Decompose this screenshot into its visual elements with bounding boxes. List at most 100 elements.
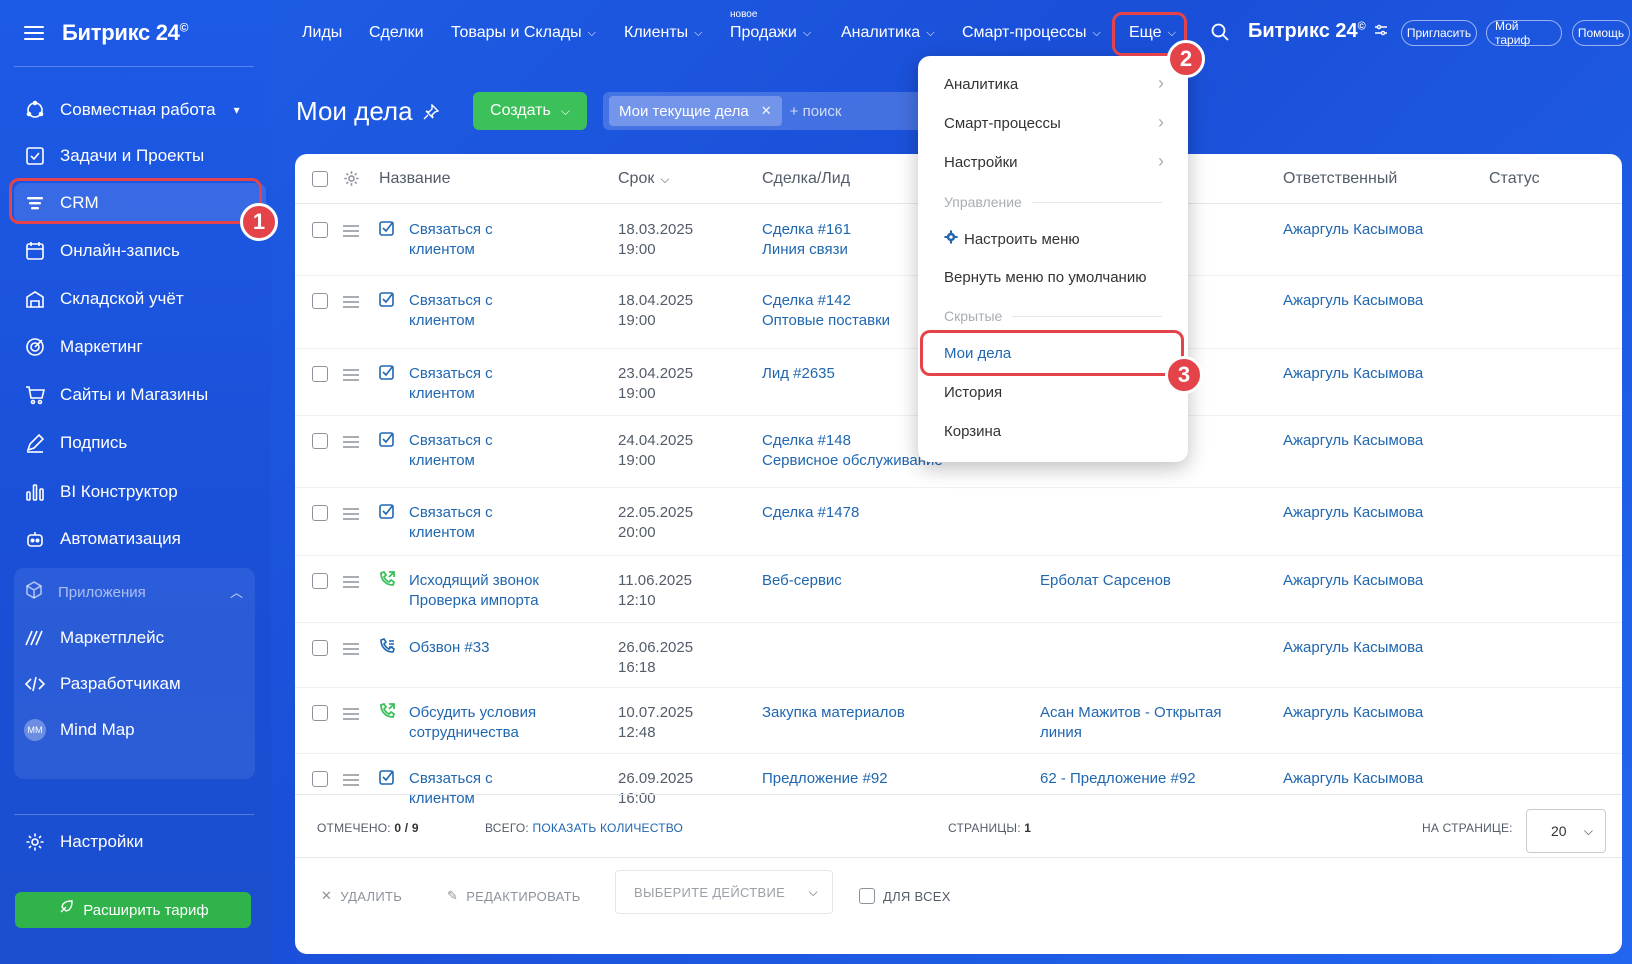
chevron-up-icon[interactable]: ︿ — [230, 582, 243, 601]
sidebar-item-marketing[interactable]: Маркетинг — [14, 327, 266, 367]
sidebar-item-mindmap[interactable]: MM Mind Map — [14, 710, 255, 750]
activity-owner[interactable]: Ажаргуль Касымова — [1283, 220, 1423, 240]
activity-contact[interactable]: Ерболат Сарсенов — [1040, 571, 1171, 591]
activity-owner[interactable]: Ажаргуль Касымова — [1283, 703, 1423, 723]
sidebar-item-booking[interactable]: Онлайн-запись — [14, 231, 266, 271]
column-header-name[interactable]: Название — [379, 170, 451, 188]
close-icon[interactable]: ✕ — [761, 103, 772, 119]
activity-name[interactable]: Обсудить условия сотрудничества — [409, 703, 536, 743]
activity-deal[interactable]: Лид #2635 — [762, 364, 835, 384]
table-row[interactable]: Исходящий звонок Проверка импорта 11.06.2… — [295, 556, 1622, 623]
activity-owner[interactable]: Ажаргуль Касымова — [1283, 503, 1423, 523]
drag-handle-icon[interactable] — [343, 774, 359, 786]
drag-handle-icon[interactable] — [343, 708, 359, 720]
help-button[interactable]: Помощь — [1572, 20, 1630, 46]
row-checkbox[interactable] — [312, 222, 328, 238]
activity-name[interactable]: Исходящий звонок Проверка импорта — [409, 571, 539, 611]
activity-deal[interactable]: Предложение #92 — [762, 769, 888, 789]
menu-item-analytics[interactable]: Аналитика — [944, 76, 1162, 93]
activity-owner[interactable]: Ажаргуль Касымова — [1283, 571, 1423, 591]
edit-button[interactable]: ✎ РЕДАКТИРОВАТЬ — [447, 888, 581, 904]
for-all-checkbox[interactable]: ДЛЯ ВСЕХ — [859, 888, 951, 904]
top-nav-leads[interactable]: Лиды — [302, 22, 342, 44]
menu-item-settings[interactable]: Настройки — [944, 154, 1162, 171]
table-row[interactable]: Обзвон #33 26.06.2025 16:18 Ажаргуль Касы… — [295, 623, 1622, 688]
activity-deal[interactable]: Сделка #161 Линия связи — [762, 220, 851, 260]
activity-deal[interactable]: Сделка #142 Оптовые поставки — [762, 291, 890, 331]
delete-button[interactable]: ✕ УДАЛИТЬ — [321, 888, 402, 904]
drag-handle-icon[interactable] — [343, 576, 359, 588]
activity-owner[interactable]: Ажаргуль Касымова — [1283, 431, 1423, 451]
drag-handle-icon[interactable] — [343, 296, 359, 308]
top-nav-deals[interactable]: Сделки — [369, 22, 424, 44]
activity-name[interactable]: Связаться с клиентом — [409, 220, 493, 260]
select-action-dropdown[interactable]: ВЫБЕРИТЕ ДЕЙСТВИЕ ⌵ — [615, 870, 833, 914]
activity-name[interactable]: Связаться с клиентом — [409, 364, 493, 404]
activity-name[interactable]: Связаться с клиентом — [409, 431, 493, 471]
filter-chip[interactable]: Мои текущие дела ✕ — [609, 96, 782, 126]
row-checkbox[interactable] — [312, 705, 328, 721]
brand-logo-top[interactable]: Битрикс 24© — [1248, 20, 1388, 43]
drag-handle-icon[interactable] — [343, 369, 359, 381]
create-button[interactable]: Создать ⌵ — [473, 92, 587, 130]
drag-handle-icon[interactable] — [343, 508, 359, 520]
invite-button[interactable]: Пригласить — [1401, 20, 1477, 46]
sidebar-item-marketplace[interactable]: Маркетплейс — [14, 618, 255, 658]
menu-item-trash[interactable]: Корзина — [944, 423, 1001, 440]
apps-section-title[interactable]: Приложения — [24, 580, 146, 604]
table-row[interactable]: Связаться с клиентом 26.09.2025 16:00 Пред… — [295, 754, 1622, 807]
sidebar-item-automation[interactable]: Автоматизация — [14, 519, 266, 559]
sidebar-item-warehouse[interactable]: Складской учёт — [14, 279, 266, 319]
row-checkbox[interactable] — [312, 771, 328, 787]
activity-contact[interactable]: 62 - Предложение #92 — [1040, 769, 1196, 789]
activity-owner[interactable]: Ажаргуль Касымова — [1283, 769, 1423, 789]
menu-item-smart-processes[interactable]: Смарт-процессы — [944, 115, 1162, 132]
top-nav-smart-processes[interactable]: Смарт-процессы ⌵ — [962, 22, 1101, 44]
sidebar-item-settings[interactable]: Настройки — [14, 822, 266, 862]
menu-item-reset[interactable]: Вернуть меню по умолчанию — [944, 269, 1146, 286]
menu-item-history[interactable]: История — [944, 384, 1002, 401]
search-input[interactable]: + поиск — [790, 103, 842, 120]
activity-deal[interactable]: Закупка материалов — [762, 703, 905, 723]
activity-deal[interactable]: Веб-сервис — [762, 571, 842, 591]
pin-icon[interactable] — [423, 96, 439, 127]
search-icon[interactable] — [1210, 22, 1230, 47]
select-all-checkbox[interactable] — [312, 171, 328, 187]
settings-sliders-icon[interactable] — [1374, 20, 1388, 43]
top-nav-products[interactable]: Товары и Склады ⌵ — [451, 22, 596, 44]
drag-handle-icon[interactable] — [343, 225, 359, 237]
activity-owner[interactable]: Ажаргуль Касымова — [1283, 364, 1423, 384]
sidebar-item-sites[interactable]: Сайты и Магазины — [14, 375, 266, 415]
activity-owner[interactable]: Ажаргуль Касымова — [1283, 291, 1423, 311]
activity-name[interactable]: Связаться с клиентом — [409, 503, 493, 543]
sidebar-item-bi[interactable]: BI Конструктор — [14, 472, 266, 512]
column-header-deal[interactable]: Сделка/Лид — [762, 170, 850, 188]
activity-deal[interactable]: Сделка #1478 — [762, 503, 859, 523]
table-row[interactable]: Обсудить условия сотрудничества 10.07.202… — [295, 688, 1622, 754]
my-tariff-button[interactable]: Мой тариф — [1486, 19, 1562, 47]
top-nav-sales[interactable]: Продажи ⌵ — [730, 22, 811, 44]
sidebar-item-signature[interactable]: Подпись — [14, 423, 266, 463]
row-checkbox[interactable] — [312, 293, 328, 309]
top-nav-clients[interactable]: Клиенты ⌵ — [624, 22, 703, 44]
activity-deal[interactable]: Сделка #148 Сервисное обслуживание — [762, 431, 943, 471]
column-header-owner[interactable]: Ответственный — [1283, 170, 1397, 188]
activity-contact[interactable]: Асан Мажитов - Открытая линия — [1040, 703, 1260, 743]
row-checkbox[interactable] — [312, 433, 328, 449]
upgrade-tariff-button[interactable]: Расширить тариф — [15, 892, 251, 928]
gear-icon[interactable] — [343, 170, 360, 192]
drag-handle-icon[interactable] — [343, 436, 359, 448]
column-header-status[interactable]: Статус — [1489, 170, 1540, 188]
row-checkbox[interactable] — [312, 573, 328, 589]
column-header-deadline[interactable]: Срок ⌵ — [618, 170, 669, 188]
row-checkbox[interactable] — [312, 366, 328, 382]
sidebar-item-collab[interactable]: Совместная работа ▾ — [14, 90, 266, 130]
row-checkbox[interactable] — [312, 505, 328, 521]
checkbox[interactable] — [859, 888, 875, 904]
per-page-select[interactable]: 20 ⌵ — [1526, 809, 1606, 853]
menu-item-configure[interactable]: Настроить меню — [944, 230, 1080, 248]
activity-name[interactable]: Связаться с клиентом — [409, 291, 493, 331]
drag-handle-icon[interactable] — [343, 643, 359, 655]
top-nav-analytics[interactable]: Аналитика ⌵ — [841, 22, 935, 44]
activity-name[interactable]: Обзвон #33 — [409, 638, 489, 658]
